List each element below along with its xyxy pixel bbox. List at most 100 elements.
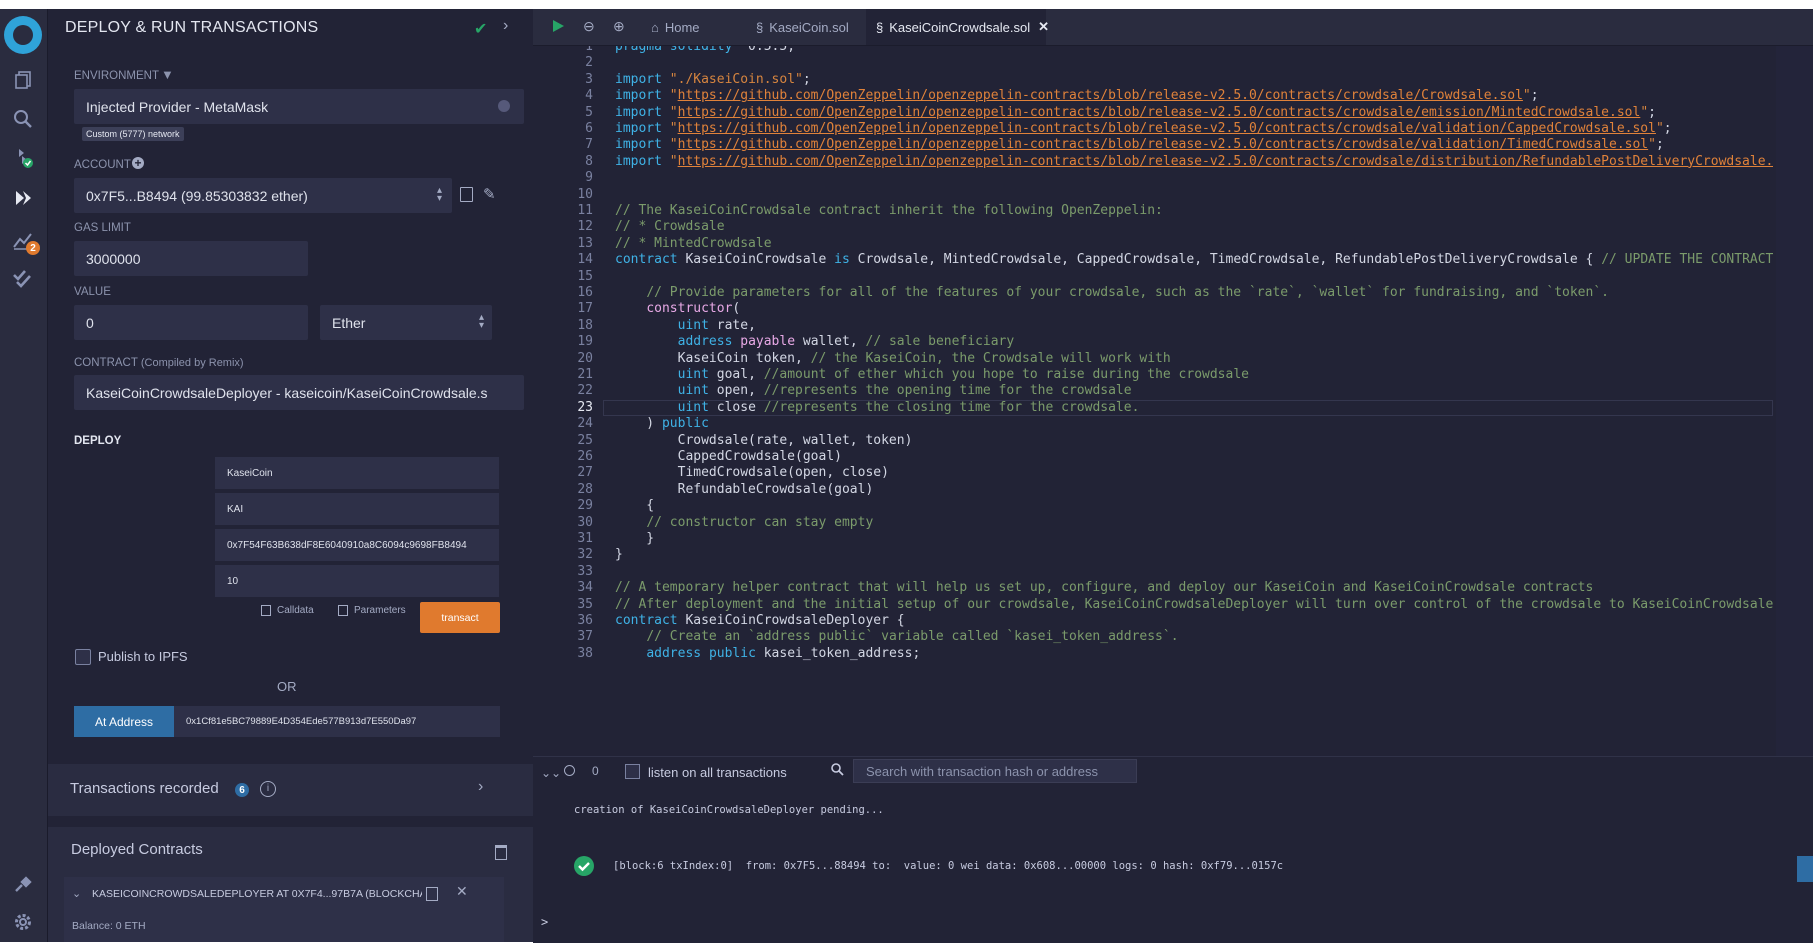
analytics-icon[interactable]: 2 xyxy=(10,227,40,255)
line-number: 36 xyxy=(577,613,593,628)
tab-home[interactable]: ⌂ Home xyxy=(651,9,736,45)
line-number: 11 xyxy=(577,203,593,218)
file-explorer-icon[interactable] xyxy=(10,67,36,93)
tab-kaseicoincrowdsale[interactable]: § KaseiCoinCrowdsale.sol ✕ xyxy=(866,9,1049,45)
line-number: 24 xyxy=(577,416,593,432)
code-line: // After deployment and the initial setu… xyxy=(615,596,1773,612)
copy-icon[interactable] xyxy=(460,187,473,202)
listen-label: listen on all transactions xyxy=(648,765,787,780)
at-address-button[interactable]: At Address xyxy=(74,706,174,737)
value-input[interactable]: 0 xyxy=(74,305,308,340)
line-number: 33 xyxy=(577,563,593,579)
line-number: 15 xyxy=(577,268,593,284)
remix-ide: 2 DEPLOY & RUN TRANSACTIONS ✔ › ENVIRONM… xyxy=(0,9,1813,943)
balance-text: Balance: 0 ETH xyxy=(72,920,146,932)
pending-count: 0 xyxy=(592,764,599,778)
parameters-button[interactable]: Parameters xyxy=(338,605,406,616)
code-line: } xyxy=(615,531,655,546)
line-number: 12 xyxy=(577,219,593,235)
line-number: 14 xyxy=(577,252,593,268)
code-editor[interactable]: 1 pragma solidity ^0.5.5; 2 3 import "./Kase… xyxy=(533,46,1773,756)
solidity-file-icon: § xyxy=(876,19,884,35)
transact-button[interactable]: transact xyxy=(420,602,500,633)
goal-input[interactable]: 10 xyxy=(215,565,499,597)
settings-gear-icon[interactable] xyxy=(10,909,36,935)
editor-tabs: ⊖ ⊕ ⌂ Home § KaseiCoin.sol § KaseiCoinCrowd… xyxy=(533,9,1813,46)
testing-icon[interactable] xyxy=(10,266,36,292)
pending-message: creation of KaseiCoinCrowdsaleDeployer p… xyxy=(574,804,884,816)
copy-icon[interactable] xyxy=(426,887,438,901)
code-line: // * MintedCrowdsale xyxy=(615,235,772,251)
listen-checkbox[interactable] xyxy=(625,764,640,779)
name-input[interactable]: KaseiCoin xyxy=(215,457,499,489)
tx-count-badge: 6 xyxy=(235,783,249,797)
line-number: 23 xyxy=(577,399,593,415)
contract-value: KaseiCoinCrowdsaleDeployer - kaseicoin/K… xyxy=(86,384,488,401)
gas-limit-input[interactable]: 3000000 xyxy=(74,241,308,276)
select-arrows-icon: ▴ ▾ xyxy=(436,185,442,204)
code-line: import "https://github.com/OpenZeppelin/… xyxy=(615,104,1656,120)
panel-header: DEPLOY & RUN TRANSACTIONS ✔ › xyxy=(48,9,533,53)
value-unit-select[interactable]: Ether ▴ ▾ xyxy=(320,305,492,340)
line-number: 35 xyxy=(577,596,593,612)
chevron-down-icon[interactable]: ⌄ xyxy=(72,887,81,900)
edit-icon[interactable]: ✎ xyxy=(483,185,496,203)
terminal-search-input[interactable]: Search with transaction hash or address xyxy=(853,759,1137,783)
debug-button[interactable] xyxy=(1797,856,1813,882)
transactions-recorded-section[interactable]: Transactions recorded 6 i › xyxy=(48,764,568,816)
or-divider: OR xyxy=(277,679,297,694)
calldata-button[interactable]: Calldata xyxy=(261,605,314,616)
deployed-contracts-label: Deployed Contracts xyxy=(71,841,203,858)
code-line: // * Crowdsale xyxy=(615,219,725,235)
line-number: 4 xyxy=(585,88,593,104)
line-number: 13 xyxy=(577,235,593,251)
deployed-contracts-section: Deployed Contracts ⌄ KASEICOINCROWDSALED… xyxy=(48,827,568,942)
terminal-prompt[interactable]: > xyxy=(541,915,548,929)
account-select[interactable]: 0x7F5...B8494 (99.85303832 ether) ▴ ▾ xyxy=(74,178,452,213)
add-account-icon[interactable]: + xyxy=(132,157,144,169)
code-line: ) public xyxy=(615,416,709,432)
search-icon xyxy=(831,763,844,781)
chevron-right-icon[interactable]: › xyxy=(503,17,508,35)
close-tab-icon[interactable]: ✕ xyxy=(1038,19,1049,35)
trash-icon[interactable] xyxy=(495,845,507,860)
line-number: 5 xyxy=(585,104,593,120)
contract-select[interactable]: KaseiCoinCrowdsaleDeployer - kaseicoin/K… xyxy=(74,375,524,410)
chevron-right-icon[interactable]: › xyxy=(478,778,483,796)
line-number: 29 xyxy=(577,498,593,514)
collapse-terminal-icon[interactable]: ⌄⌄ xyxy=(541,766,561,780)
editor-area: ⊖ ⊕ ⌂ Home § KaseiCoin.sol § KaseiCoinCrowd… xyxy=(533,9,1813,943)
code-line: uint close //represents the closing time… xyxy=(677,399,1140,415)
info-icon[interactable]: i xyxy=(260,781,276,797)
environment-select[interactable]: Injected Provider - MetaMask xyxy=(74,89,524,124)
deploy-run-icon[interactable] xyxy=(10,185,36,211)
environment-value: Injected Provider - MetaMask xyxy=(86,98,269,115)
code-line: address payable wallet, // sale benefici… xyxy=(677,334,1015,350)
publish-ipfs-checkbox[interactable] xyxy=(75,649,91,665)
code-line: uint open, //represents the opening time… xyxy=(677,383,1132,399)
remix-logo-icon[interactable] xyxy=(4,16,42,54)
wallet-input[interactable]: 0x7F54F63B638dF8E6040910a8C6094c9698FB84… xyxy=(215,529,499,561)
at-address-input[interactable]: 0x1Cf81e5BC79889E4D354Ede577B913d7E550Da… xyxy=(174,706,500,737)
deployed-contract-name[interactable]: KASEICOINCROWDSALEDEPLOYER AT 0X7F4...97… xyxy=(92,888,422,900)
tab-kaseicoin[interactable]: § KaseiCoin.sol xyxy=(746,9,866,45)
terminal-panel: ⌄⌄ 0 listen on all transactions Search w… xyxy=(533,756,1813,943)
code-line: } xyxy=(615,547,623,563)
success-icon xyxy=(574,856,594,876)
clear-console-icon[interactable] xyxy=(564,765,575,776)
run-icon[interactable] xyxy=(551,19,565,38)
line-number: 19 xyxy=(577,334,593,350)
plugin-manager-icon[interactable] xyxy=(10,871,36,897)
close-icon[interactable]: ✕ xyxy=(456,883,468,900)
code-line: constructor( xyxy=(646,301,741,317)
zoom-in-icon[interactable]: ⊕ xyxy=(613,18,625,35)
zoom-out-icon[interactable]: ⊖ xyxy=(583,18,595,35)
environment-label: ENVIRONMENT xyxy=(74,70,159,82)
line-number: 28 xyxy=(577,481,593,497)
line-number: 18 xyxy=(577,317,593,333)
transaction-log[interactable]: [block:6 txIndex:0] from: 0x7F5...88494 … xyxy=(613,860,1283,872)
solidity-compiler-icon[interactable] xyxy=(10,145,36,171)
minimap[interactable] xyxy=(1776,46,1813,756)
symbol-input[interactable]: KAI xyxy=(215,493,499,525)
search-icon[interactable] xyxy=(10,106,36,132)
